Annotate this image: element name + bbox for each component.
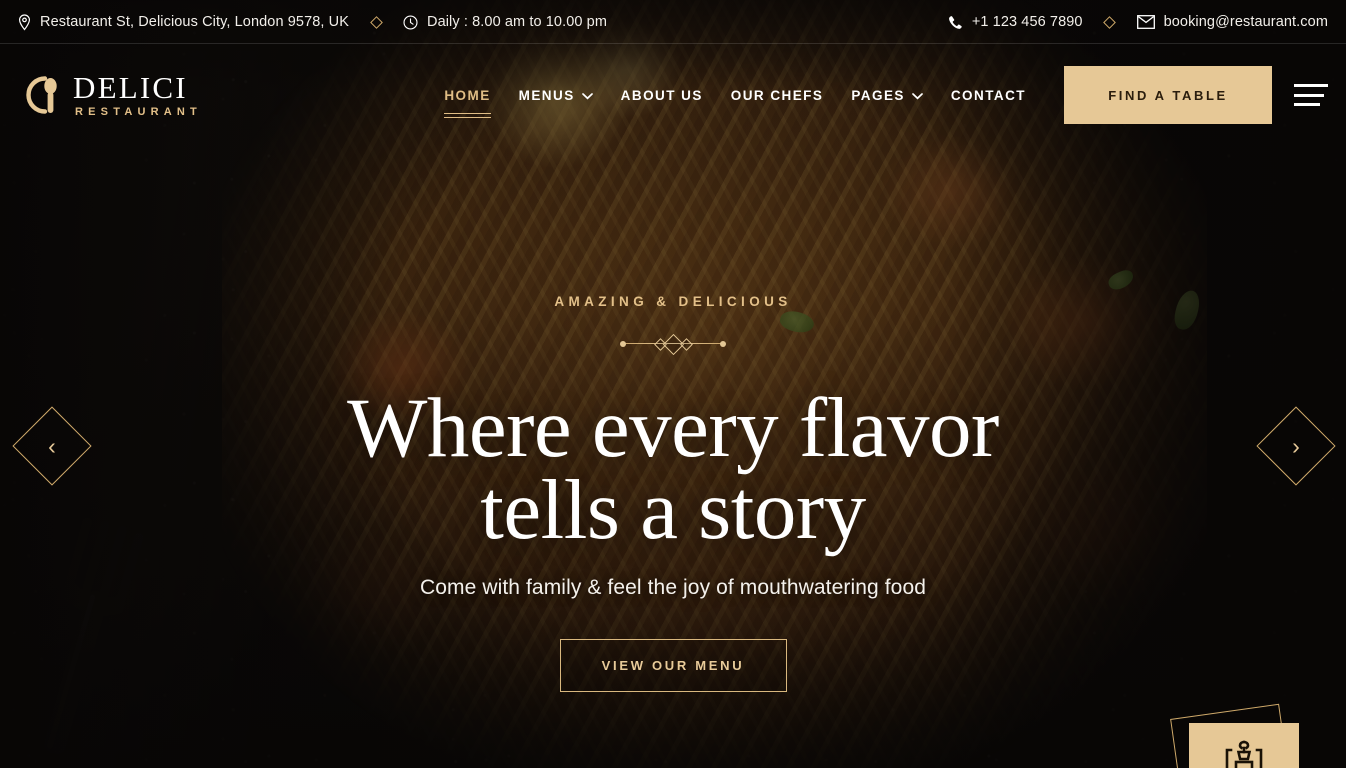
hamburger-menu-icon[interactable] (1294, 84, 1328, 106)
chevron-down-icon (581, 88, 593, 103)
hero-section: AMAZING & DELICIOUS Where every flavor t… (0, 146, 1346, 768)
nav-label: OUR CHEFS (730, 87, 824, 103)
find-a-table-button[interactable]: FIND A TABLE (1064, 66, 1272, 124)
phone-icon (948, 15, 963, 30)
diamond-separator-icon (369, 15, 383, 29)
floating-reserve-button[interactable] (1170, 703, 1299, 768)
chevron-right-icon: › (1292, 432, 1300, 459)
topbar-left-group: Restaurant St, Delicious City, London 95… (0, 13, 607, 31)
diamond-separator-icon (1103, 15, 1116, 29)
view-our-menu-button[interactable]: VIEW OUR MENU (559, 638, 787, 692)
topbar-right-group: +1 123 456 7890 booking@restaurant.com (948, 14, 1346, 30)
nav-item-about-us[interactable]: ABOUT US (607, 88, 717, 103)
reserve-plate (1189, 723, 1299, 768)
topbar-phone-text: +1 123 456 7890 (971, 14, 1083, 30)
nav-item-pages[interactable]: PAGES (837, 88, 937, 103)
dining-table-icon (1217, 736, 1271, 768)
topbar-email[interactable]: booking@restaurant.com (1136, 14, 1328, 30)
page-root: Restaurant St, Delicious City, London 95… (0, 0, 1346, 768)
topbar-hours: Daily : 8.00 am to 10.00 pm (403, 14, 607, 30)
circle-spoon-logo-icon (20, 73, 62, 117)
clock-icon (403, 14, 418, 30)
topbar-separator (1083, 15, 1137, 29)
topbar-email-text: booking@restaurant.com (1163, 14, 1328, 30)
nav-item-our-chefs[interactable]: OUR CHEFS (717, 88, 838, 103)
diamond-ornament-divider (620, 333, 726, 356)
hero-headline: Where every flavor tells a story (347, 381, 999, 558)
hero-subtitle: Come with family & feel the joy of mouth… (419, 575, 927, 599)
site-header: DELICI RESTAURANT HOME MENUS ABOUT US OU… (0, 44, 1346, 146)
location-pin-icon (18, 13, 31, 31)
active-underline (444, 112, 491, 118)
logo-name: DELICI (73, 70, 188, 105)
topbar-hours-text: Daily : 8.00 am to 10.00 pm (427, 14, 608, 30)
nav-label: CONTACT (950, 87, 1026, 103)
topbar-separator (349, 15, 403, 29)
nav-label: MENUS (518, 87, 575, 103)
chevron-left-icon: ‹ (48, 432, 56, 459)
hero-eyebrow: AMAZING & DELICIOUS (554, 294, 792, 309)
logo-wordmark: DELICI RESTAURANT (73, 72, 202, 118)
nav-label: PAGES (851, 87, 905, 103)
hero-headline-line2: tells a story (480, 463, 866, 558)
nav-item-contact[interactable]: CONTACT (937, 88, 1040, 103)
chevron-down-icon (912, 88, 923, 103)
envelope-icon (1136, 15, 1155, 29)
logo-subtitle: RESTAURANT (75, 106, 202, 118)
hero-headline-line1: Where every flavor (347, 381, 999, 475)
slider-prev-button[interactable]: ‹ (12, 406, 92, 486)
topbar-address: Restaurant St, Delicious City, London 95… (18, 13, 349, 31)
nav-label: HOME (444, 87, 491, 103)
topbar-address-text: Restaurant St, Delicious City, London 95… (40, 14, 349, 30)
topbar-phone[interactable]: +1 123 456 7890 (948, 14, 1083, 30)
nav-item-menus[interactable]: MENUS (505, 88, 607, 103)
top-info-bar: Restaurant St, Delicious City, London 95… (0, 0, 1346, 44)
main-navigation: HOME MENUS ABOUT US OUR CHEFS PAGES CONT… (430, 87, 1040, 118)
site-logo[interactable]: DELICI RESTAURANT (0, 72, 202, 118)
slider-next-button[interactable]: › (1256, 406, 1336, 486)
nav-item-home[interactable]: HOME (430, 87, 504, 118)
nav-label: ABOUT US (620, 87, 703, 103)
